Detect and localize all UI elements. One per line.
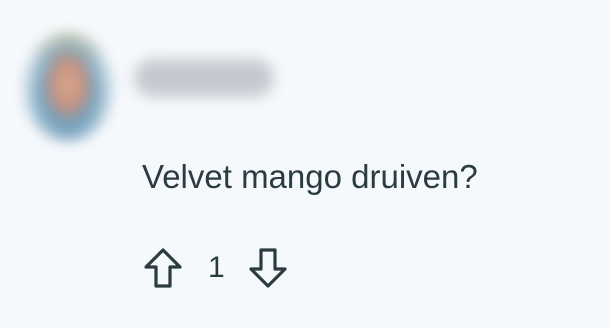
downvote-button[interactable] <box>243 243 293 293</box>
upvote-button[interactable] <box>138 243 188 293</box>
username[interactable] <box>134 59 274 97</box>
comment-card: Velvet mango druiven? 1 <box>0 0 610 328</box>
vote-score: 1 <box>208 251 225 284</box>
upvote-arrow-icon <box>144 248 182 288</box>
avatar[interactable] <box>22 32 114 142</box>
downvote-arrow-icon <box>249 248 287 288</box>
vote-bar: 1 <box>138 243 293 293</box>
comment-body: Velvet mango druiven? <box>142 158 478 195</box>
